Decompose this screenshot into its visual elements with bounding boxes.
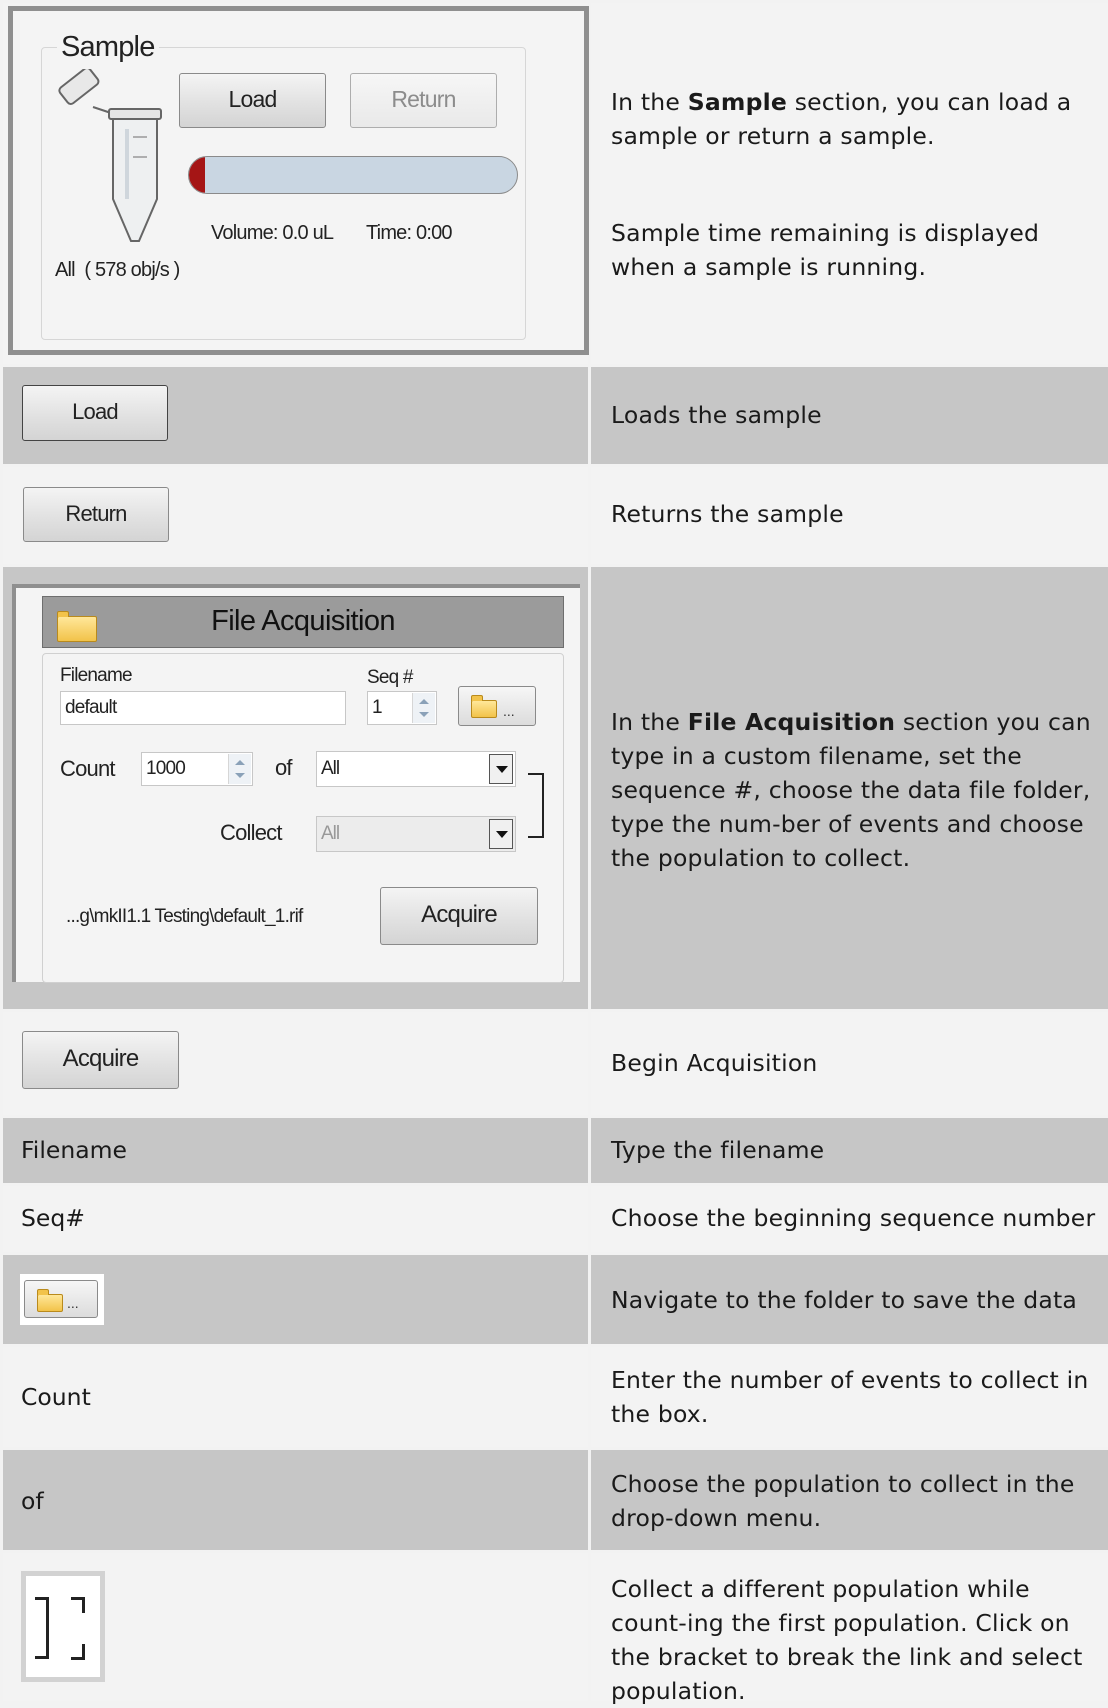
acquire-description: Begin Acquisition <box>611 1049 818 1077</box>
broken-bracket-top-icon <box>71 1597 85 1613</box>
collect-population-dropdown[interactable]: All <box>316 816 516 852</box>
sample-description: In the Sample section, you can load a sa… <box>611 88 1072 150</box>
seq-label: Seq # <box>367 667 413 688</box>
output-path: ...g\mkII1.1 Testing\default_1.rif <box>66 906 303 927</box>
sample-tube-icon <box>58 69 162 242</box>
browse-folder-button[interactable]: ... <box>458 686 536 726</box>
count-label: Count <box>60 756 116 781</box>
bracket-toggle-example[interactable] <box>21 1571 105 1682</box>
chevron-down-icon[interactable] <box>489 819 513 849</box>
chevron-down-icon[interactable] <box>489 754 513 784</box>
broken-bracket-bottom-icon <box>71 1644 85 1660</box>
table-row: Filename Type the filename <box>3 1118 1108 1183</box>
time-readout: Time: 0:00 <box>366 222 453 244</box>
of-term: of <box>21 1487 44 1515</box>
file-acquisition-title: File Acquisition <box>211 605 395 637</box>
count-value: 1000 <box>146 758 186 779</box>
bracket-description: Collect a different population while cou… <box>611 1575 1083 1705</box>
load-button-example[interactable]: Load <box>22 385 168 441</box>
return-button[interactable]: Return <box>350 73 497 128</box>
sample-progress-bar <box>188 156 518 194</box>
file-acquisition-header: File Acquisition <box>42 596 564 648</box>
filename-description: Type the filename <box>611 1136 825 1164</box>
open-folder-icon <box>37 1289 63 1312</box>
link-bracket[interactable] <box>528 773 544 838</box>
linked-bracket-icon <box>35 1597 49 1659</box>
table-row: Sample Load Return Volume: 0.0 uL Time: … <box>3 3 1108 364</box>
load-description: Loads the sample <box>611 401 822 429</box>
acquire-button[interactable]: Acquire <box>380 887 538 945</box>
browse-folder-button-example[interactable]: ... <box>24 1280 98 1318</box>
sample-time-description: Sample time remaining is displayed when … <box>611 219 1040 281</box>
table-row: ... Navigate to the folder to save the d… <box>3 1255 1108 1344</box>
table-row: Count Enter the number of events to coll… <box>3 1347 1108 1447</box>
collect-dropdown-value: All <box>321 823 340 844</box>
seq-description: Choose the beginning sequence number <box>611 1204 1096 1232</box>
event-rate-readout: All ( 578 obj/s ) <box>55 259 180 281</box>
browse-dots: ... <box>503 703 515 719</box>
folder-description: Navigate to the folder to save the data <box>611 1286 1077 1314</box>
file-acquisition-description: In the File Acquisition section you can … <box>611 708 1091 872</box>
of-description: Choose the population to collect in the … <box>611 1470 1075 1532</box>
collect-label: Collect <box>220 820 282 845</box>
filename-term: Filename <box>21 1136 127 1164</box>
acquire-button-example[interactable]: Acquire <box>22 1031 179 1089</box>
table-row: File Acquisition Filename default Seq # … <box>3 567 1108 1009</box>
table-row: Collect a different population while cou… <box>3 1553 1108 1705</box>
table-row: Load Loads the sample <box>3 367 1108 464</box>
open-folder-icon <box>471 695 497 718</box>
browse-dots: ... <box>67 1295 79 1311</box>
volume-readout: Volume: 0.0 uL <box>211 222 334 244</box>
seq-term: Seq# <box>21 1204 85 1232</box>
count-spin-arrows[interactable] <box>228 754 251 784</box>
return-button-example[interactable]: Return <box>23 487 169 542</box>
of-label: of <box>275 755 293 780</box>
count-stepper[interactable]: 1000 <box>141 752 253 786</box>
sample-title: Sample <box>57 31 159 64</box>
filename-input[interactable]: default <box>60 691 346 725</box>
table-row: Acquire Begin Acquisition <box>3 1012 1108 1115</box>
file-acquisition-panel: File Acquisition Filename default Seq # … <box>12 584 580 983</box>
table-row: Return Returns the sample <box>3 467 1108 564</box>
sample-panel: Sample Load Return Volume: 0.0 uL Time: … <box>8 6 589 355</box>
count-term: Count <box>21 1383 91 1411</box>
load-button[interactable]: Load <box>179 73 326 128</box>
of-dropdown-value: All <box>321 758 340 779</box>
browse-button-frame: ... <box>20 1274 104 1325</box>
seq-stepper[interactable]: 1 <box>367 691 437 725</box>
table-row: Seq# Choose the beginning sequence numbe… <box>3 1186 1108 1252</box>
count-description: Enter the number of events to collect in… <box>611 1366 1089 1428</box>
table-row: of Choose the population to collect in t… <box>3 1450 1108 1550</box>
seq-spin-arrows[interactable] <box>412 693 435 723</box>
return-description: Returns the sample <box>611 500 844 528</box>
seq-value: 1 <box>372 697 383 718</box>
filename-label: Filename <box>60 665 133 686</box>
of-population-dropdown[interactable]: All <box>316 751 516 787</box>
